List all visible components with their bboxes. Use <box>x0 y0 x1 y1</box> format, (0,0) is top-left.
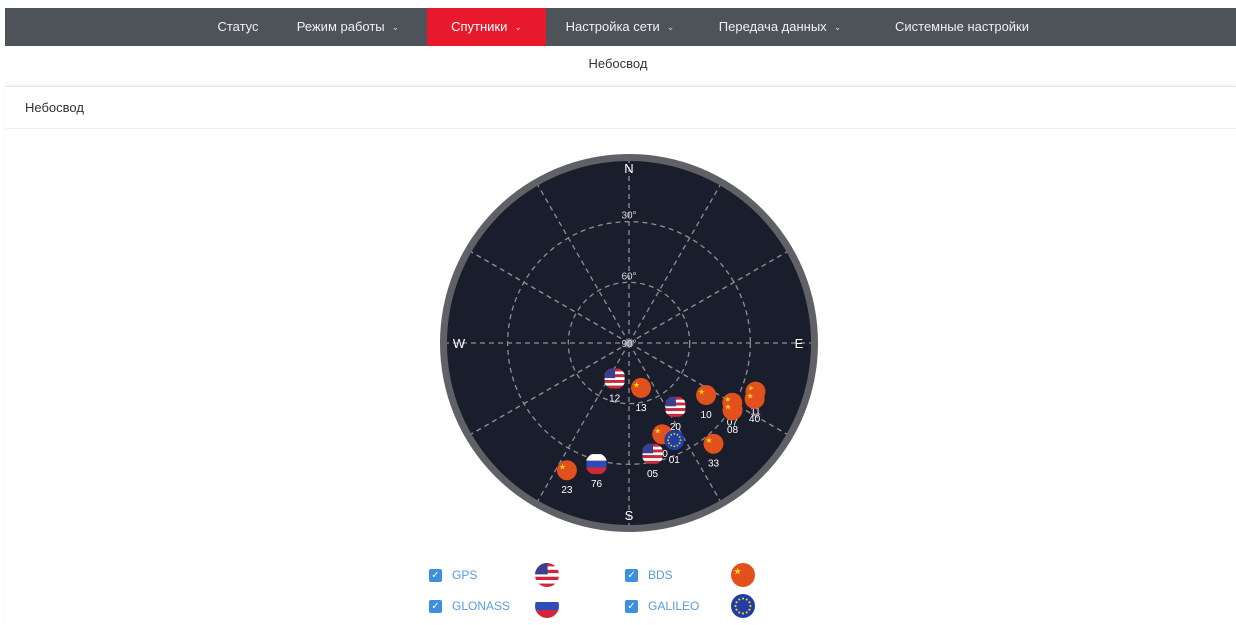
skyplot: NESW30°60°90°12★1320★10★07★11★40★08★6001… <box>440 154 818 532</box>
svg-text:★: ★ <box>733 566 742 577</box>
legend-label: GLONASS <box>452 599 511 613</box>
svg-text:★: ★ <box>698 388 705 397</box>
satellite-id-label: 01 <box>669 455 681 466</box>
svg-text:★: ★ <box>724 403 731 412</box>
legend-bds-toggle[interactable]: ✓ BDS <box>625 565 673 585</box>
direction-north-label: N <box>624 161 633 176</box>
cn-flag-icon: ★ <box>731 563 755 587</box>
satellite-id-label: 08 <box>727 425 739 436</box>
legend-glonass-toggle[interactable]: ✓ GLONASS <box>429 596 510 616</box>
satellite-id-label: 13 <box>635 403 647 414</box>
eu-flag-icon <box>731 594 755 618</box>
elevation-label: 30° <box>621 211 636 222</box>
legend-galileo-toggle[interactable]: ✓ GALILEO <box>625 596 699 616</box>
svg-text:★: ★ <box>654 427 661 436</box>
satellite-id-label: 10 <box>701 410 713 421</box>
ru-flag-icon <box>535 594 559 618</box>
checkbox-checked-icon[interactable]: ✓ <box>429 599 442 613</box>
legend-label: BDS <box>648 568 673 582</box>
elevation-label: 60° <box>621 271 636 282</box>
svg-text:★: ★ <box>559 463 566 472</box>
elevation-label: 90° <box>621 339 636 350</box>
direction-west-label: W <box>453 336 466 351</box>
legend-label: GALILEO <box>648 599 700 613</box>
us-flag-icon <box>535 563 559 587</box>
satellite-id-label: 33 <box>708 459 720 470</box>
checkbox-checked-icon[interactable]: ✓ <box>429 568 442 582</box>
satellite-id-label: 76 <box>591 479 603 490</box>
legend-gps-toggle[interactable]: ✓ GPS <box>429 565 477 585</box>
direction-south-label: S <box>625 508 634 523</box>
checkbox-checked-icon[interactable]: ✓ <box>625 599 638 613</box>
satellite-id-label: 05 <box>647 469 659 480</box>
satellite-id-label: 40 <box>749 414 761 425</box>
direction-east-label: E <box>795 336 804 351</box>
satellite-id-label: 12 <box>609 394 621 405</box>
svg-text:★: ★ <box>747 391 754 400</box>
satellite-id-label: 23 <box>561 485 573 496</box>
svg-text:★: ★ <box>633 380 640 389</box>
svg-text:★: ★ <box>705 436 712 445</box>
legend-label: GPS <box>452 568 478 582</box>
checkbox-checked-icon[interactable]: ✓ <box>625 568 638 582</box>
